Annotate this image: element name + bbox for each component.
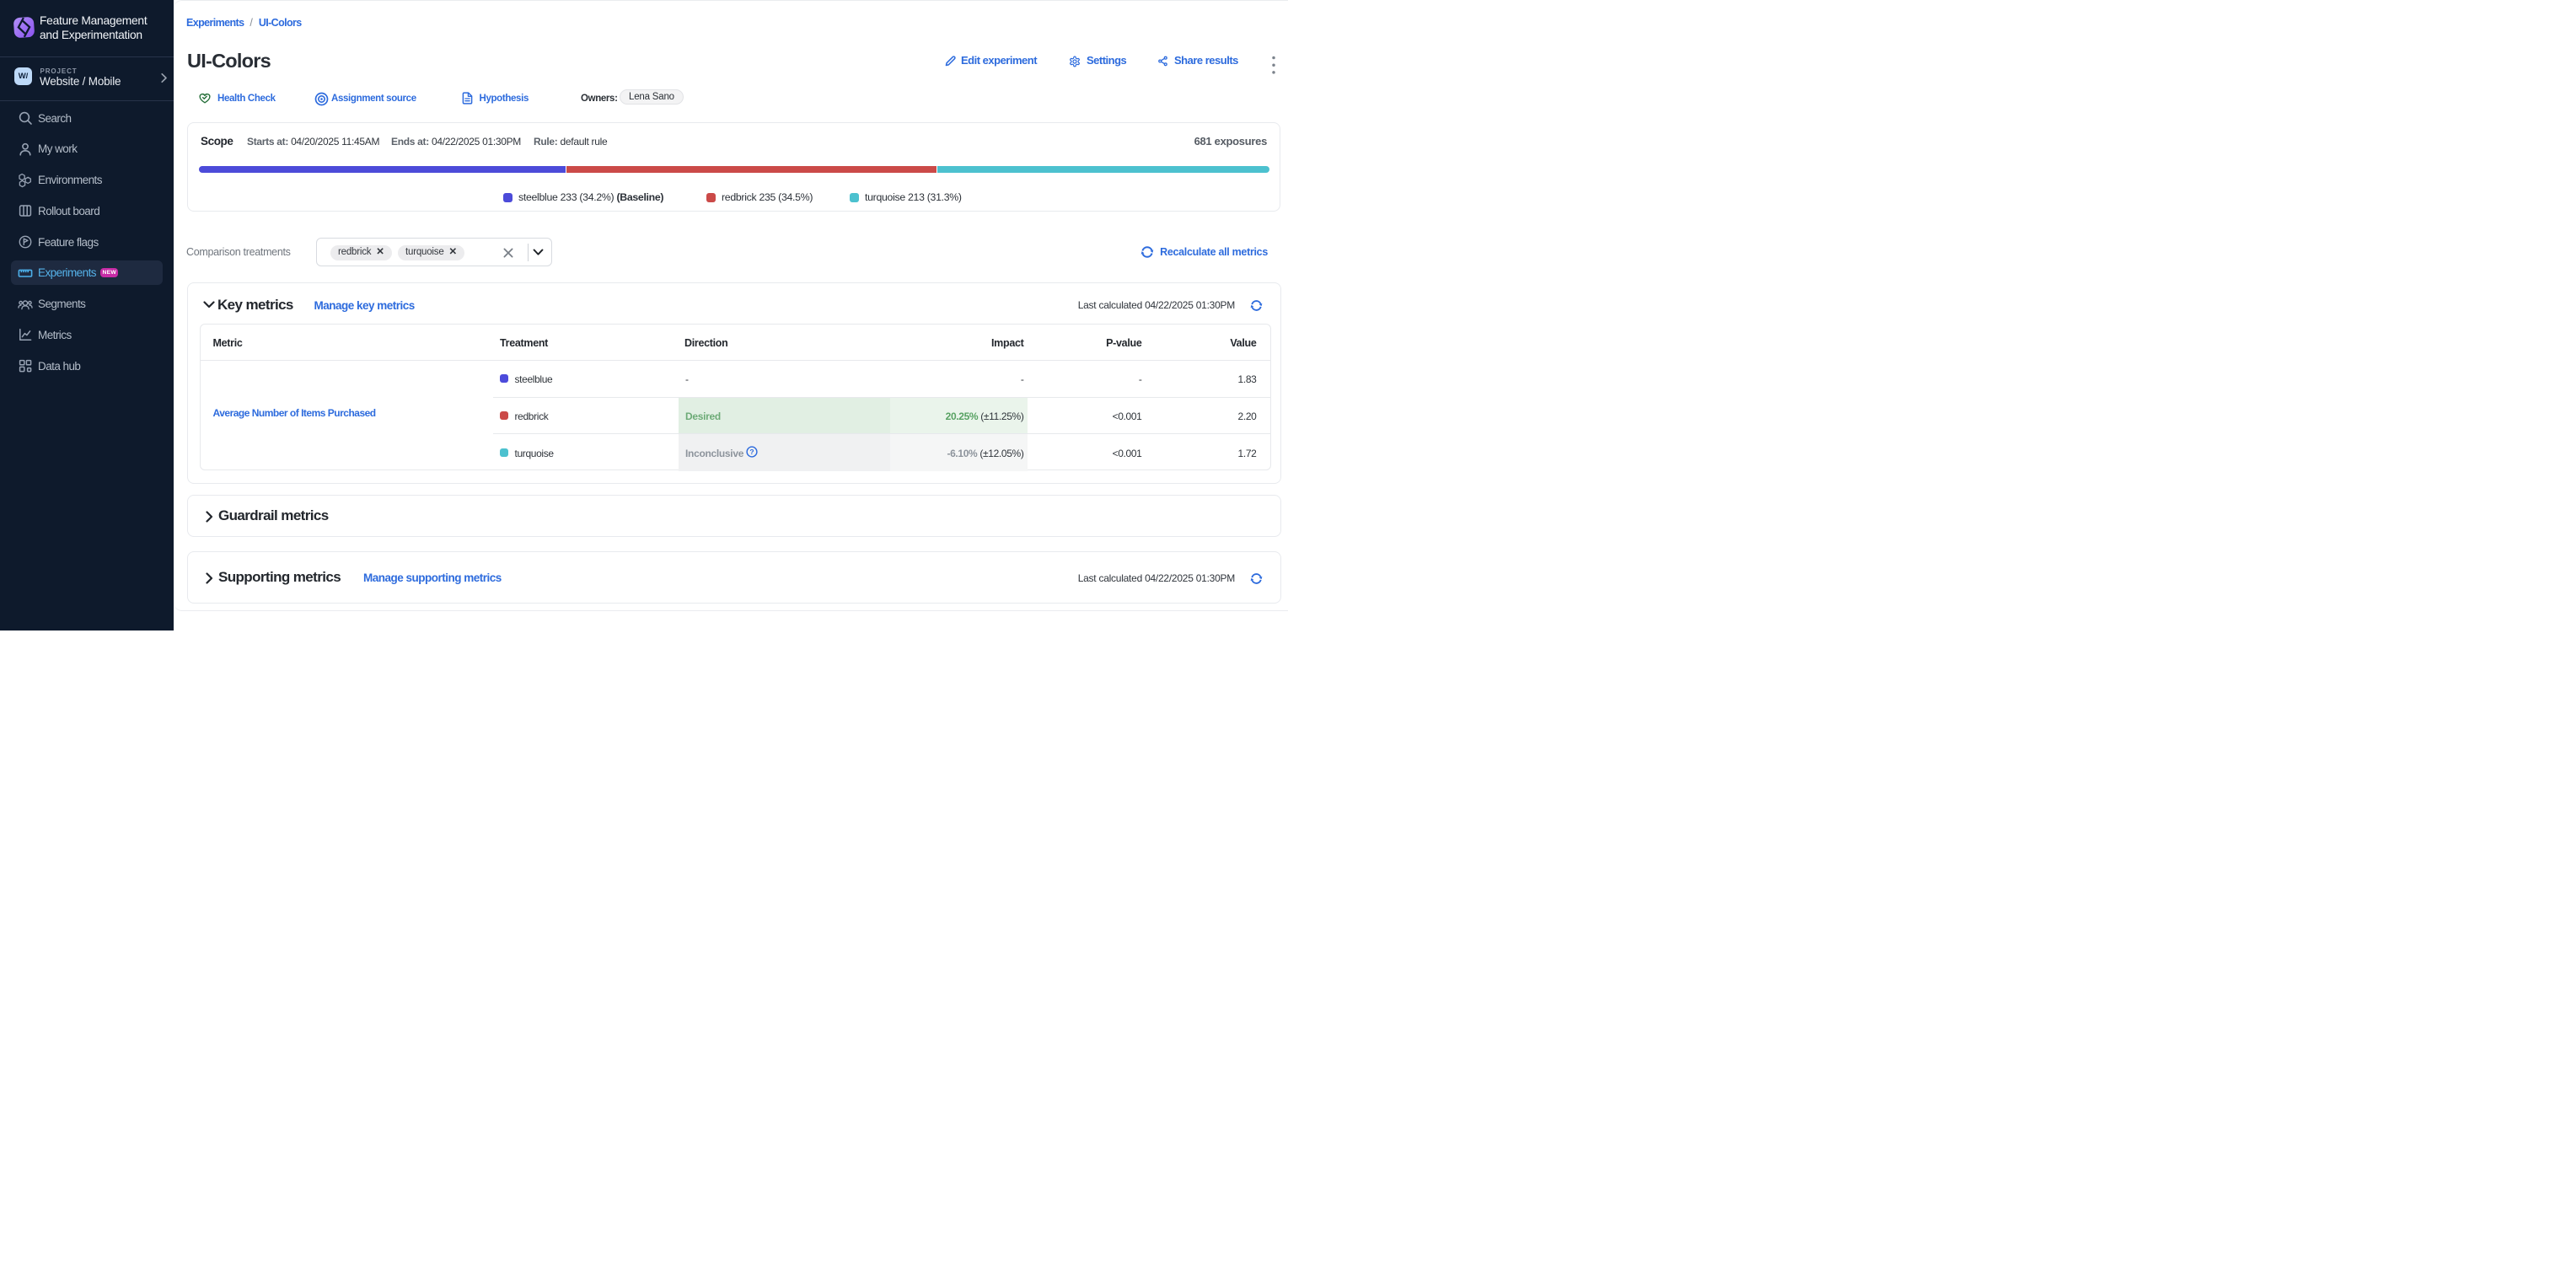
svg-text:?: ? <box>749 448 754 456</box>
